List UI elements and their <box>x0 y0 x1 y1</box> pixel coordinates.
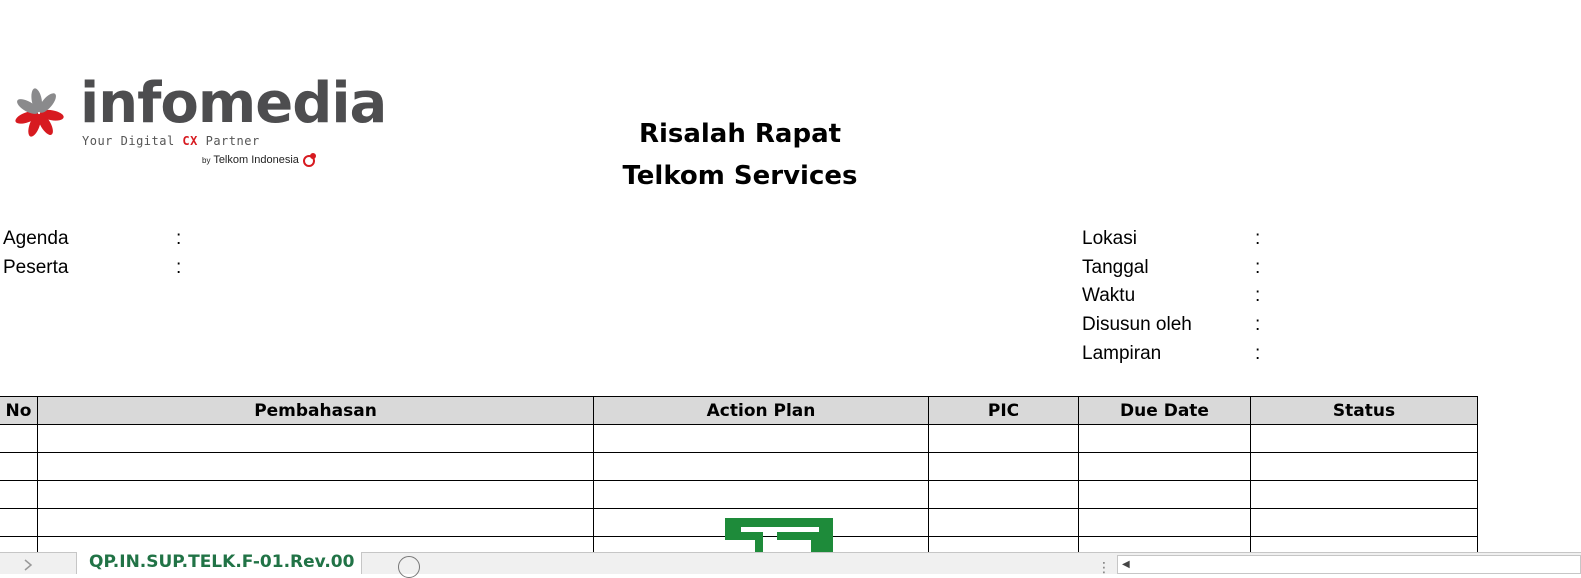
table-cell[interactable] <box>1250 508 1478 537</box>
field-waktu: Waktu : <box>1082 284 1282 308</box>
table-row <box>0 424 1478 453</box>
logo-tagline-start: Your Digital <box>82 134 183 148</box>
field-tanggal: Tanggal : <box>1082 256 1282 280</box>
field-colon: : <box>1255 343 1261 364</box>
table-cell[interactable] <box>1250 452 1478 481</box>
field-colon: : <box>176 257 182 278</box>
field-label: Disusun oleh <box>1082 314 1192 335</box>
field-label: Agenda <box>3 228 69 249</box>
field-colon: : <box>1255 285 1261 306</box>
table-cell[interactable] <box>1078 452 1251 481</box>
field-lokasi: Lokasi : <box>1082 227 1282 251</box>
table-cell[interactable] <box>1250 480 1478 509</box>
field-label: Lokasi <box>1082 228 1137 249</box>
table-row <box>0 452 1478 481</box>
tab-splitter-icon[interactable]: ⋮ <box>1097 559 1111 576</box>
field-disusun-oleh: Disusun oleh : <box>1082 313 1282 337</box>
logo-by-company: Telkom Indonesia <box>213 153 299 166</box>
field-colon: : <box>176 228 182 249</box>
field-label: Tanggal <box>1082 257 1149 278</box>
logo-tagline-end: Partner <box>197 134 260 148</box>
field-agenda: Agenda : <box>3 227 203 251</box>
title-line-2: Telkom Services <box>622 161 858 191</box>
field-label: Lampiran <box>1082 343 1162 364</box>
document-title: Risalah Rapat Telkom Services <box>560 113 920 197</box>
header-action-plan[interactable]: Action Plan <box>593 396 929 425</box>
table-cell[interactable] <box>37 424 594 453</box>
sheet-tab-label: QP.IN.SUP.TELK.F-01.Rev.00 <box>89 552 355 572</box>
table-cell[interactable] <box>37 452 594 481</box>
table-cell[interactable] <box>37 508 594 537</box>
logo-wordmark: infomedia <box>80 71 387 136</box>
field-label: Peserta <box>3 257 69 278</box>
table-cell[interactable] <box>37 480 594 509</box>
header-no[interactable]: No <box>0 396 38 425</box>
company-logo: infomedia Your Digital CX Partner by Tel… <box>8 72 387 172</box>
table-cell[interactable] <box>1078 480 1251 509</box>
table-cell[interactable] <box>1078 508 1251 537</box>
table-row <box>0 480 1478 509</box>
table-cell[interactable] <box>928 452 1079 481</box>
logo-tagline: Your Digital CX Partner <box>82 134 260 148</box>
logo-byline: by Telkom Indonesia <box>202 152 318 168</box>
logo-by-prefix: by <box>202 155 211 165</box>
header-pic[interactable]: PIC <box>928 396 1079 425</box>
field-lampiran: Lampiran : <box>1082 342 1282 366</box>
table-cell[interactable] <box>1250 424 1478 453</box>
header-pembahasan[interactable]: Pembahasan <box>37 396 594 425</box>
field-colon: : <box>1255 314 1261 335</box>
scroll-left-icon[interactable]: ◀ <box>1122 559 1130 570</box>
table-cell[interactable] <box>593 452 929 481</box>
table-cell[interactable] <box>593 480 929 509</box>
plus-circle-icon[interactable] <box>398 556 420 578</box>
field-colon: : <box>1255 257 1261 278</box>
table-cell[interactable] <box>0 424 38 453</box>
header-due-date[interactable]: Due Date <box>1078 396 1251 425</box>
field-colon: : <box>1255 228 1261 249</box>
table-cell[interactable] <box>0 480 38 509</box>
title-line-1: Risalah Rapat <box>638 119 842 149</box>
field-label: Waktu <box>1082 285 1136 306</box>
field-peserta: Peserta : <box>3 256 203 280</box>
table-cell[interactable] <box>928 480 1079 509</box>
table-header-row: No Pembahasan Action Plan PIC Due Date S… <box>0 396 1478 425</box>
sheet-tab-bar: QP.IN.SUP.TELK.F-01.Rev.00 ⋮ ◀ <box>0 552 1581 578</box>
sheet-tab-active[interactable]: QP.IN.SUP.TELK.F-01.Rev.00 <box>76 552 362 574</box>
table-cell[interactable] <box>0 452 38 481</box>
horizontal-scrollbar[interactable]: ◀ <box>1117 555 1581 574</box>
table-cell[interactable] <box>928 508 1079 537</box>
table-cell[interactable] <box>0 508 38 537</box>
header-status[interactable]: Status <box>1250 396 1478 425</box>
logo-tagline-cx: CX <box>182 134 198 148</box>
scroll-tabs-right-icon[interactable] <box>22 559 34 571</box>
table-cell[interactable] <box>928 424 1079 453</box>
table-cell[interactable] <box>593 424 929 453</box>
flower-logo-icon <box>15 88 64 137</box>
sheet-nav-buttons[interactable] <box>0 553 76 574</box>
telkom-logo-icon <box>302 153 316 167</box>
table-cell[interactable] <box>1078 424 1251 453</box>
